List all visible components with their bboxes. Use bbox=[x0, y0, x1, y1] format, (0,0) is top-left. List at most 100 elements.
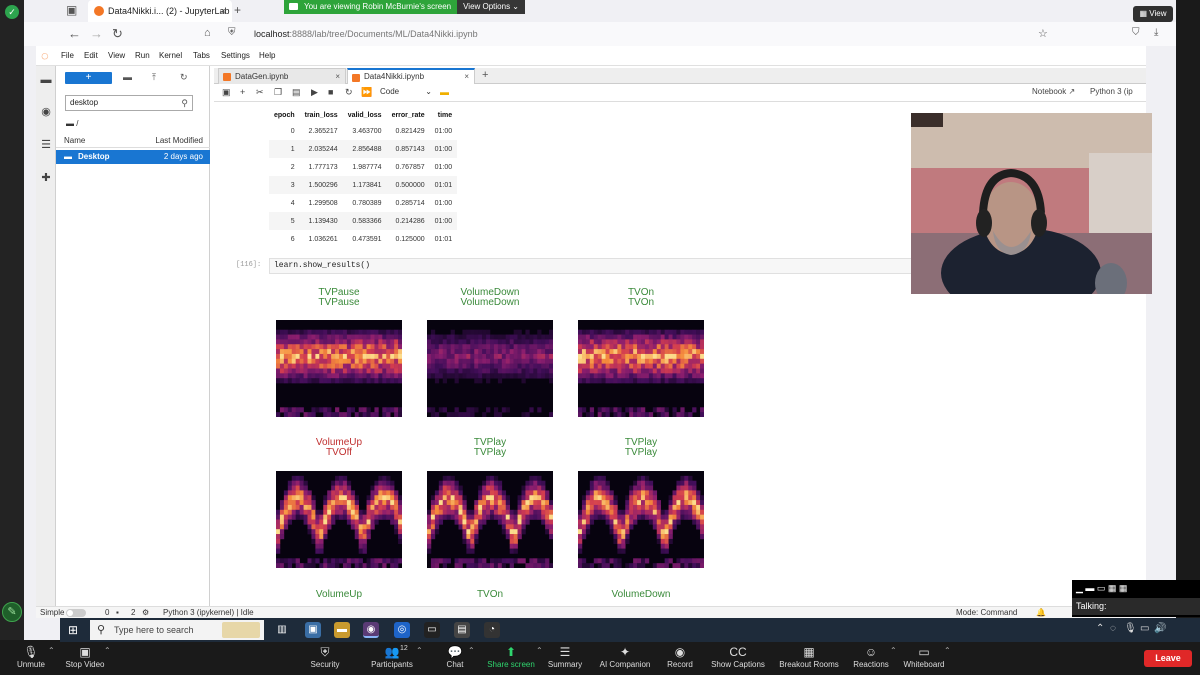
column-last-modified[interactable]: Last Modified bbox=[155, 136, 203, 145]
column-name[interactable]: Name bbox=[64, 136, 85, 145]
home-icon[interactable]: ⌂ bbox=[204, 27, 211, 39]
copy-icon[interactable]: ❐ bbox=[274, 87, 282, 98]
extension-icon[interactable]: ✚ bbox=[40, 172, 52, 184]
task-view-icon[interactable]: ▥ bbox=[274, 622, 290, 638]
talking-panel: ▁ ▬ ▭ ▦ ▦ Talking: bbox=[1072, 580, 1200, 617]
url-bar[interactable]: localhost:8888/lab/tree/Documents/ML/Dat… bbox=[254, 24, 1104, 44]
volume-icon[interactable]: 🔊 bbox=[1154, 623, 1166, 634]
shield-icon[interactable]: ⛨ bbox=[228, 27, 236, 38]
mic-icon[interactable]: 🎙 bbox=[1124, 623, 1137, 634]
tab-datagen[interactable]: DataGen.ipynb × bbox=[218, 68, 346, 84]
gallery-view-icons[interactable]: ▁ ▬ ▭ ▦ ▦ bbox=[1076, 583, 1127, 594]
table-cell: 2.035244 bbox=[299, 140, 343, 158]
running-icon[interactable]: ◉ bbox=[40, 106, 52, 118]
folder-icon[interactable]: ▬ bbox=[40, 74, 52, 86]
shield-icon[interactable]: ✓ bbox=[5, 5, 19, 19]
simple-mode-toggle[interactable] bbox=[66, 609, 86, 617]
paste-icon[interactable]: ▤ bbox=[292, 87, 301, 98]
save-icon[interactable]: ▣ bbox=[222, 87, 231, 98]
menu-view[interactable]: View bbox=[108, 51, 125, 60]
tray-chevron-icon[interactable]: ⌃ bbox=[1096, 623, 1104, 634]
cell-type-select[interactable]: Code ⌄ bbox=[380, 87, 432, 96]
git-icon[interactable]: ▬ bbox=[440, 87, 449, 97]
record-button[interactable]: ◉ Record bbox=[660, 642, 700, 675]
file-search-input[interactable]: desktop ⚲ bbox=[65, 95, 193, 111]
store-icon[interactable]: ▣ bbox=[305, 622, 321, 638]
restart-icon[interactable]: ↻ bbox=[345, 87, 353, 98]
close-icon[interactable]: × bbox=[221, 0, 226, 22]
stop-icon[interactable]: ■ bbox=[328, 87, 333, 97]
insert-cell-icon[interactable]: + bbox=[240, 87, 245, 97]
chevron-up-icon[interactable]: ⌃ bbox=[48, 646, 55, 655]
chevron-up-icon[interactable]: ⌃ bbox=[104, 646, 111, 655]
download-icon[interactable]: ⤓ bbox=[1154, 27, 1158, 38]
close-icon[interactable]: × bbox=[335, 69, 340, 85]
firefox-icon[interactable]: ◉ bbox=[363, 622, 379, 638]
new-tab-icon[interactable]: + bbox=[482, 69, 488, 81]
ai-companion-button[interactable]: ✦ AI Companion bbox=[590, 642, 660, 675]
notebook-view-link[interactable]: Notebook ↗ bbox=[1032, 87, 1075, 96]
chevron-up-icon[interactable]: ⌃ bbox=[416, 646, 423, 655]
app-gauge-icon[interactable]: ◔ bbox=[484, 622, 500, 638]
cut-icon[interactable]: ✂ bbox=[256, 87, 264, 98]
menu-run[interactable]: Run bbox=[135, 51, 150, 60]
menu-help[interactable]: Help bbox=[259, 51, 275, 60]
bookmark-star-icon[interactable]: ☆ bbox=[1038, 27, 1048, 40]
new-folder-icon[interactable]: ▬ bbox=[123, 72, 132, 82]
windows-start-icon[interactable]: ⊞ bbox=[68, 623, 82, 637]
breakout-rooms-button[interactable]: ▦ Breakout Rooms bbox=[776, 642, 842, 675]
share-screen-button[interactable]: ⬆ Share screen ⌃ bbox=[478, 642, 544, 675]
file-row-desktop[interactable]: ▬ Desktop 2 days ago bbox=[56, 150, 210, 164]
whiteboard-button[interactable]: ▭ Whiteboard ⌃ bbox=[896, 642, 952, 675]
forward-icon[interactable]: → bbox=[90, 26, 103, 41]
restart-run-all-icon[interactable]: ⏩ bbox=[361, 87, 372, 98]
summary-icon: ☰ bbox=[559, 645, 571, 659]
table-cell: 0.780389 bbox=[352, 199, 382, 207]
run-icon[interactable]: ▶ bbox=[311, 87, 318, 98]
jupyter-logo-icon: ◌ bbox=[41, 48, 49, 63]
taskbar-search-input[interactable]: ⚲ Type here to search bbox=[90, 620, 264, 640]
menu-file[interactable]: File bbox=[61, 51, 74, 60]
app-icon[interactable]: ◎ bbox=[394, 622, 410, 638]
monitor-icon[interactable]: ▭ bbox=[1140, 623, 1149, 634]
back-icon[interactable]: ← bbox=[68, 26, 81, 41]
new-launcher-button[interactable]: + bbox=[65, 72, 112, 84]
chat-button[interactable]: 💬 Chat ⌃ bbox=[434, 642, 476, 675]
tab-data4nikki[interactable]: Data4Nikki.ipynb × bbox=[347, 68, 475, 84]
file-explorer-icon[interactable]: ▬ bbox=[334, 622, 350, 638]
commands-icon[interactable]: ☰ bbox=[40, 139, 52, 151]
zoom-view-button[interactable]: ▦ View bbox=[1133, 6, 1173, 22]
result-label: TVPlay TVPlay bbox=[427, 438, 553, 458]
kernel-status[interactable]: Python 3 (ip bbox=[1090, 87, 1133, 96]
menu-tabs[interactable]: Tabs bbox=[193, 51, 210, 60]
chevron-up-icon[interactable]: ⌃ bbox=[944, 646, 951, 655]
tab-overview-icon[interactable]: ▣ bbox=[66, 3, 77, 17]
app-window-icon[interactable]: ▤ bbox=[454, 622, 470, 638]
chevron-up-icon[interactable]: ⌃ bbox=[468, 646, 475, 655]
breadcrumb-root[interactable]: / bbox=[76, 119, 78, 128]
leave-button[interactable]: Leave bbox=[1144, 650, 1192, 667]
close-icon[interactable]: × bbox=[464, 70, 469, 83]
upload-icon[interactable]: ⤒ bbox=[152, 72, 156, 83]
menu-settings[interactable]: Settings bbox=[221, 51, 250, 60]
summary-button[interactable]: ☰ Summary bbox=[540, 642, 590, 675]
new-tab-icon[interactable]: + bbox=[234, 3, 241, 17]
reactions-button[interactable]: ☺ Reactions ⌃ bbox=[844, 642, 898, 675]
reload-icon[interactable]: ↻ bbox=[112, 26, 123, 42]
terminal-icon[interactable]: ▭ bbox=[424, 622, 440, 638]
network-icon[interactable]: ◌ bbox=[1110, 623, 1116, 634]
stop-video-button[interactable]: ▣ Stop Video ⌃ bbox=[58, 642, 112, 675]
menu-edit[interactable]: Edit bbox=[84, 51, 98, 60]
show-captions-button[interactable]: CC Show Captions bbox=[704, 642, 772, 675]
pocket-icon[interactable]: ⛉ bbox=[1132, 27, 1140, 38]
security-button[interactable]: ⛨ Security bbox=[300, 642, 350, 675]
refresh-icon[interactable]: ↻ bbox=[180, 72, 188, 83]
unmute-button[interactable]: 🎙 Unmute ⌃ bbox=[6, 642, 56, 675]
breadcrumb[interactable]: ▬ / bbox=[66, 119, 78, 128]
participants-button[interactable]: 👥 Participants 12 ⌃ bbox=[360, 642, 424, 675]
menu-kernel[interactable]: Kernel bbox=[159, 51, 182, 60]
unmute-label: Unmute bbox=[16, 660, 45, 669]
view-options-button[interactable]: View Options ⌄ bbox=[457, 0, 526, 14]
annotate-pen-icon[interactable]: ✎ bbox=[2, 602, 22, 622]
browser-tab-jupyterlab[interactable]: Data4Nikki.i... (2) - JupyterLab × bbox=[88, 0, 232, 22]
